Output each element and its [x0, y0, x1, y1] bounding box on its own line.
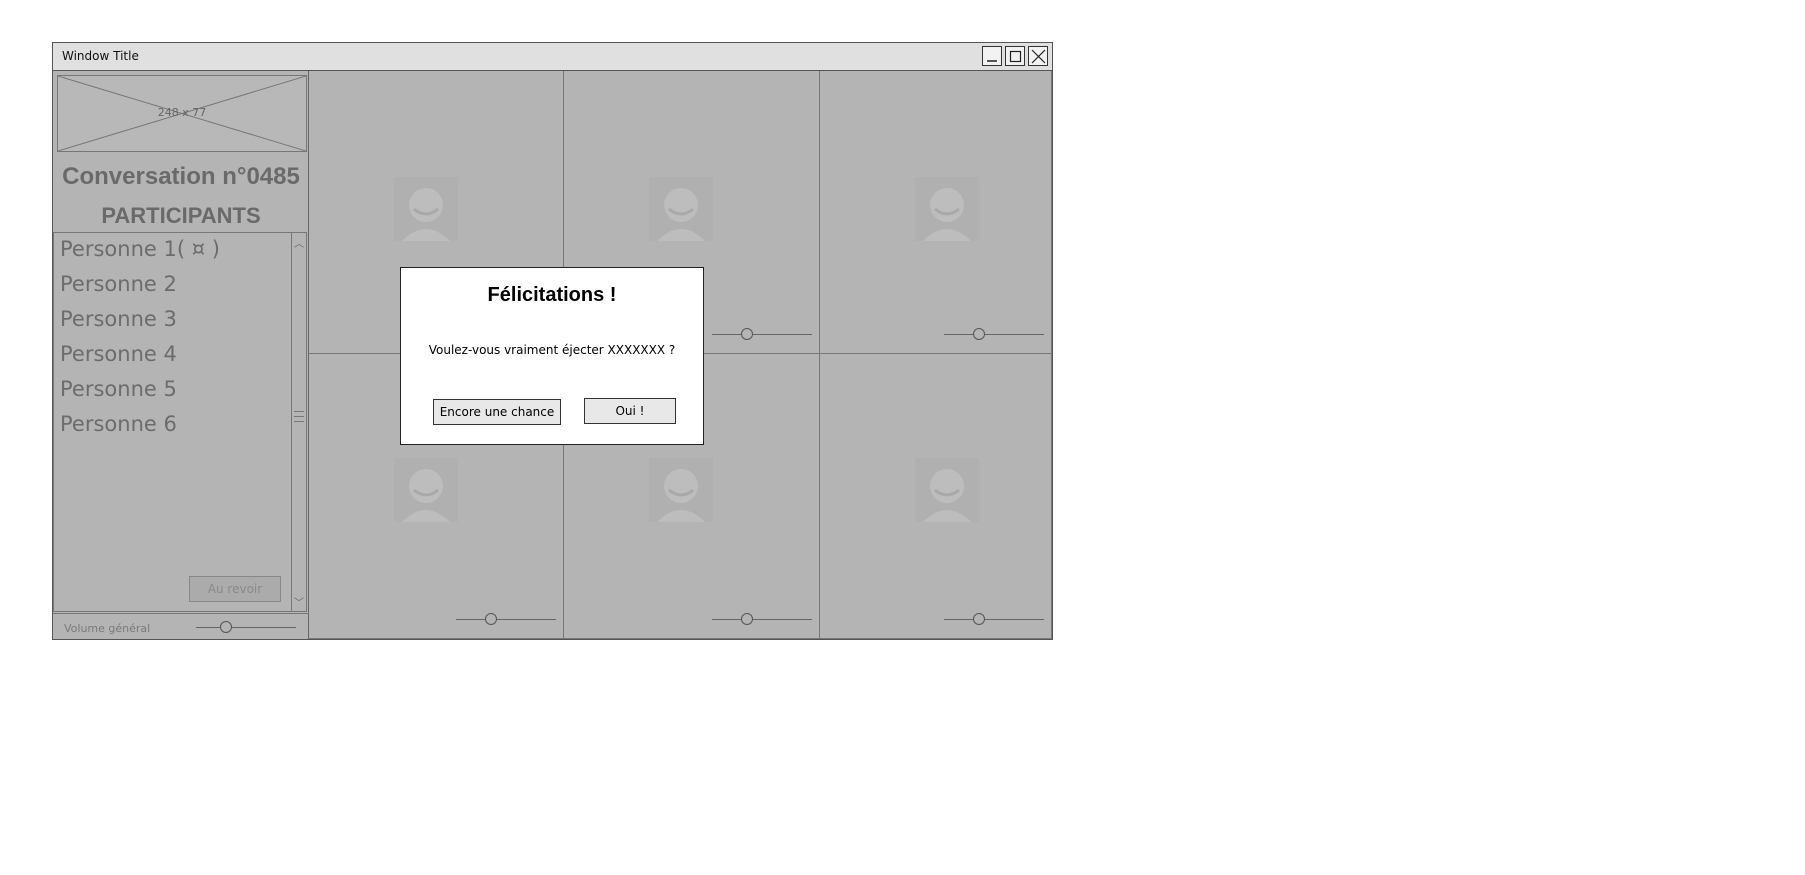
participant-item[interactable]: Personne 2: [60, 272, 177, 296]
scroll-down-icon[interactable]: ﹀: [294, 594, 304, 609]
slider-thumb[interactable]: [741, 613, 753, 625]
slider-track: [712, 334, 812, 335]
logo-dimensions: 248 x 77: [157, 106, 207, 119]
user-avatar-icon: [394, 458, 458, 522]
participant-item[interactable]: Personne 4: [60, 342, 177, 366]
user-avatar-icon: [915, 458, 979, 522]
participant-item[interactable]: Personne 1( ¤ ): [60, 237, 220, 261]
slider-thumb[interactable]: [741, 328, 753, 340]
user-avatar-icon: [915, 177, 979, 241]
cancel-button[interactable]: Encore une chance: [433, 399, 561, 425]
participant-volume-slider[interactable]: [944, 612, 1044, 626]
slider-thumb[interactable]: [973, 613, 985, 625]
conversation-title: Conversation n°0485: [62, 163, 300, 190]
scroll-up-icon[interactable]: ︿: [294, 235, 304, 250]
scroll-grip-icon[interactable]: [294, 407, 304, 433]
volume-label: Volume général: [64, 622, 151, 635]
participant-volume-slider[interactable]: [456, 612, 556, 626]
slider-thumb[interactable]: [485, 613, 497, 625]
participant-video-tile[interactable]: [820, 71, 1052, 354]
participant-item[interactable]: Personne 5: [60, 377, 177, 401]
participant-item[interactable]: Personne 6: [60, 412, 177, 436]
participant-item[interactable]: Personne 3: [60, 307, 177, 331]
dialog-message: Voulez-vous vraiment éjecter XXXXXXX ?: [428, 343, 676, 357]
slider-track: [456, 619, 556, 620]
logo-placeholder: 248 x 77: [57, 75, 307, 152]
participants-scrollbar[interactable]: ︿ ﹀: [291, 233, 306, 611]
window-title: Window Title: [62, 49, 139, 63]
participants-list[interactable]: Personne 1( ¤ ) Personne 2 Personne 3 Pe…: [53, 232, 307, 612]
participants-heading: PARTICIPANTS: [101, 203, 261, 228]
confirm-dialog: Félicitations ! Voulez-vous vraiment éje…: [400, 267, 704, 445]
title-bar[interactable]: Window Title: [53, 43, 1052, 71]
minimize-icon[interactable]: [982, 46, 1002, 66]
confirm-button[interactable]: Oui !: [584, 398, 676, 424]
user-avatar-icon: [649, 177, 713, 241]
slider-track: [712, 619, 812, 620]
slider-track: [944, 334, 1044, 335]
close-icon[interactable]: [1028, 46, 1048, 66]
slider-thumb[interactable]: [220, 621, 232, 633]
sidebar: 248 x 77 Conversation n°0485 PARTICIPANT…: [53, 71, 309, 639]
participant-video-tile[interactable]: [820, 354, 1052, 639]
general-volume-slider[interactable]: [196, 620, 296, 634]
participant-volume-slider[interactable]: [712, 327, 812, 341]
slider-track: [944, 619, 1044, 620]
slider-thumb[interactable]: [973, 328, 985, 340]
maximize-icon[interactable]: [1005, 46, 1025, 66]
dialog-title: Félicitations !: [487, 284, 617, 306]
general-volume-bar: Volume général: [53, 613, 309, 639]
user-avatar-icon: [649, 458, 713, 522]
participant-volume-slider[interactable]: [712, 612, 812, 626]
leave-button[interactable]: Au revoir: [189, 576, 281, 602]
user-avatar-icon: [394, 177, 458, 241]
participant-volume-slider[interactable]: [944, 327, 1044, 341]
slider-track: [196, 627, 296, 628]
